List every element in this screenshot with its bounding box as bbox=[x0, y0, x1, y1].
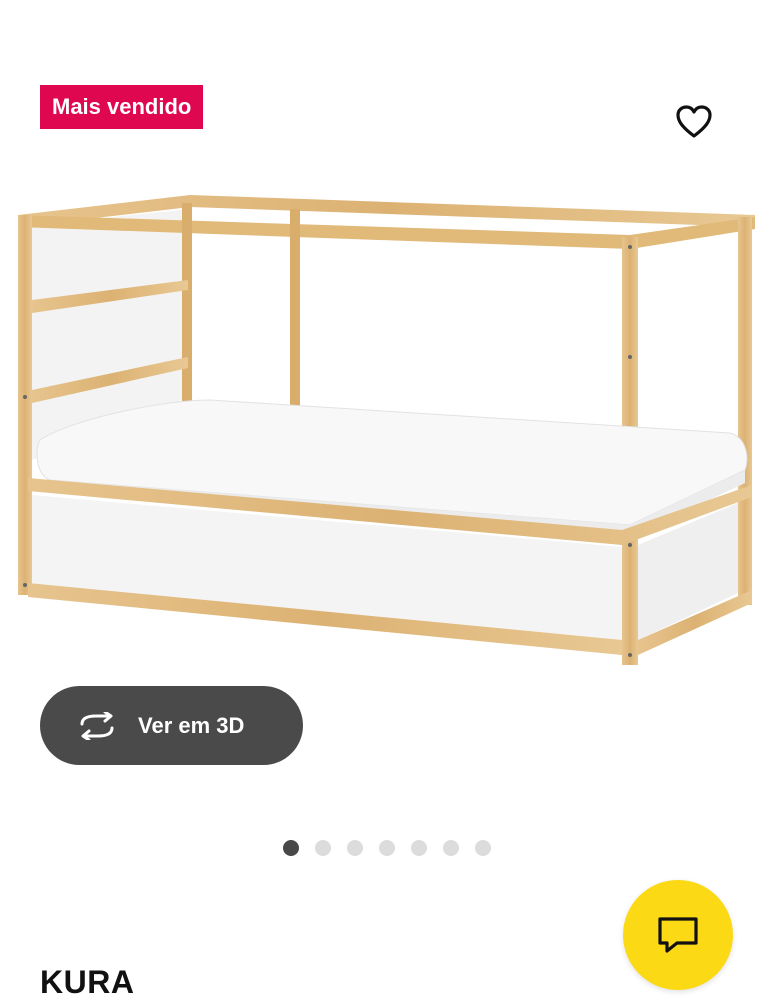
carousel-dot[interactable] bbox=[411, 840, 427, 856]
view-3d-button[interactable]: Ver em 3D bbox=[40, 686, 303, 765]
carousel-dot[interactable] bbox=[475, 840, 491, 856]
chat-button[interactable] bbox=[623, 880, 733, 990]
chat-bubble-icon bbox=[658, 917, 698, 953]
product-image[interactable] bbox=[10, 185, 760, 675]
carousel-dot[interactable] bbox=[443, 840, 459, 856]
carousel-dot[interactable] bbox=[315, 840, 331, 856]
carousel-dot[interactable] bbox=[347, 840, 363, 856]
product-title: KURA bbox=[40, 964, 135, 1000]
best-seller-badge: Mais vendido bbox=[40, 85, 204, 129]
view-3d-label: Ver em 3D bbox=[138, 712, 245, 738]
heart-outline-icon bbox=[676, 105, 712, 138]
carousel-dot[interactable] bbox=[283, 840, 299, 856]
favorite-button[interactable] bbox=[672, 100, 716, 144]
rotate-3d-icon bbox=[80, 711, 114, 740]
carousel-dot[interactable] bbox=[379, 840, 395, 856]
bunk-bed-image bbox=[18, 195, 755, 665]
carousel-indicator bbox=[283, 840, 491, 856]
